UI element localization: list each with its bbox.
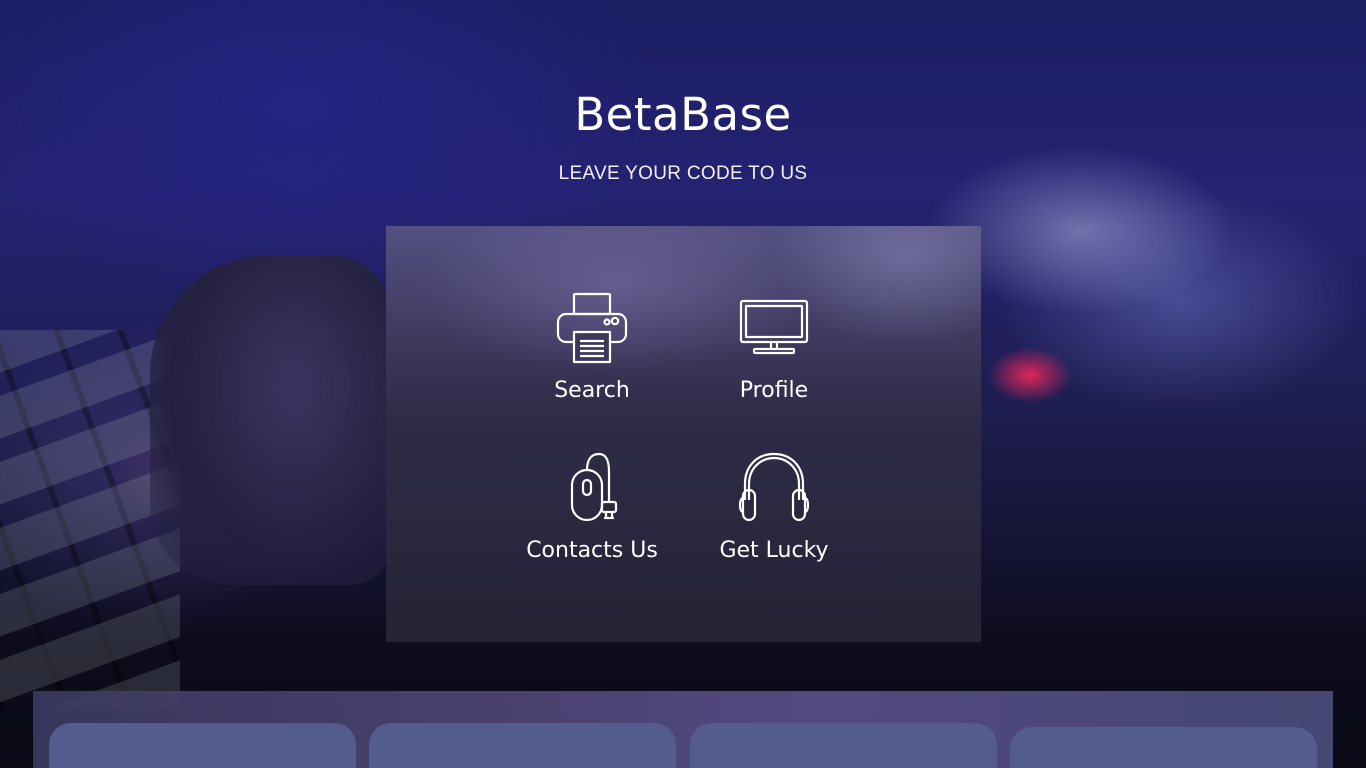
feature-card-3[interactable]: [690, 723, 997, 768]
headphones-icon: [738, 452, 810, 522]
menu-item-search[interactable]: Search: [512, 292, 672, 432]
page-header: BetaBase LEAVE YOUR CODE TO US: [0, 88, 1366, 185]
monitor-icon: [739, 299, 809, 355]
site-tagline: LEAVE YOUR CODE TO US: [558, 163, 808, 184]
menu-label-contacts: Contacts Us: [526, 538, 658, 563]
site-title: BetaBase: [574, 88, 792, 141]
menu-item-contacts[interactable]: Contacts Us: [512, 452, 672, 592]
feature-card-2[interactable]: [369, 723, 676, 768]
menu-item-profile[interactable]: Profile: [694, 298, 854, 438]
feature-card-1[interactable]: [49, 723, 356, 768]
printer-icon: [556, 292, 628, 364]
menu-panel: Search Profile Contacts Us Get Lucky: [386, 226, 981, 642]
menu-label-get-lucky: Get Lucky: [719, 538, 829, 563]
menu-label-profile: Profile: [739, 378, 809, 403]
mouse-icon: [570, 452, 618, 522]
feature-card-4[interactable]: [1010, 727, 1317, 768]
menu-label-search: Search: [554, 378, 630, 403]
menu-item-get-lucky[interactable]: Get Lucky: [694, 452, 854, 592]
background-hand: [150, 255, 390, 585]
bottom-card-strip: [33, 691, 1333, 768]
